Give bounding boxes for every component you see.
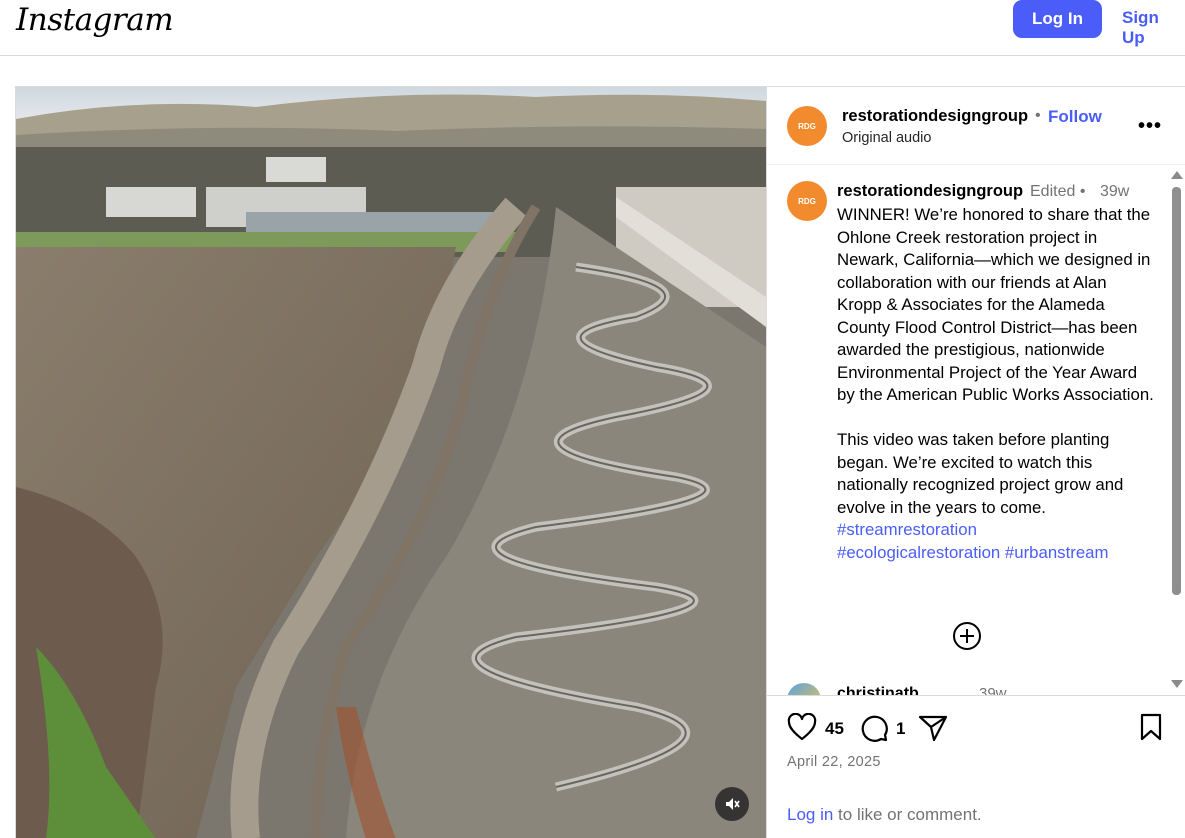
speaker-muted-icon bbox=[726, 798, 740, 810]
more-options-icon[interactable]: ••• bbox=[1137, 113, 1163, 139]
avatar[interactable]: RDG bbox=[787, 106, 827, 146]
caption-body: WINNER! We’re honored to share that the … bbox=[837, 205, 1154, 517]
caption-text: WINNER! We’re honored to share that the … bbox=[837, 204, 1155, 564]
mute-button[interactable] bbox=[715, 787, 749, 821]
post-actions: 45 1 April 22, 2025 Log in to like or co… bbox=[767, 695, 1185, 838]
edited-label: Edited • bbox=[1030, 183, 1086, 200]
caption-avatar[interactable]: RDG bbox=[787, 181, 827, 221]
comments-section: RDG restorationdesigngroup Edited • 39w … bbox=[767, 165, 1185, 695]
post-video[interactable] bbox=[16, 87, 766, 838]
like-count[interactable]: 45 bbox=[825, 719, 844, 739]
scroll-thumb[interactable] bbox=[1172, 187, 1181, 595]
comment-icon[interactable] bbox=[859, 713, 889, 743]
heart-icon[interactable] bbox=[787, 713, 817, 741]
login-prompt-text: to like or comment. bbox=[833, 805, 982, 824]
top-bar: Instagram Log In Sign Up bbox=[0, 0, 1185, 56]
post-card: RDG restorationdesigngroup • Follow Orig… bbox=[15, 86, 1185, 838]
comments-scrollbar[interactable] bbox=[1167, 165, 1185, 695]
comment-timestamp: 39w bbox=[979, 685, 1007, 695]
scroll-down-arrow-icon[interactable] bbox=[1171, 680, 1183, 688]
hashtag-link[interactable]: #streamrestoration bbox=[837, 520, 977, 539]
hashtag-link[interactable]: #ecologicalrestoration bbox=[837, 543, 1000, 562]
post-date[interactable]: April 22, 2025 bbox=[787, 754, 881, 770]
follow-button[interactable]: Follow bbox=[1048, 107, 1102, 127]
post-sidebar: RDG restorationdesigngroup • Follow Orig… bbox=[766, 87, 1185, 838]
caption-timestamp[interactable]: 39w bbox=[1100, 183, 1129, 201]
login-link[interactable]: Log in bbox=[787, 805, 833, 824]
scroll-up-arrow-icon[interactable] bbox=[1171, 171, 1183, 179]
author-username[interactable]: restorationdesigngroup bbox=[842, 107, 1028, 126]
bookmark-icon[interactable] bbox=[1138, 713, 1164, 741]
login-prompt: Log in to like or comment. bbox=[787, 805, 982, 825]
comment-count[interactable]: 1 bbox=[896, 719, 905, 739]
hashtag-link[interactable]: #urbanstream bbox=[1005, 543, 1109, 562]
share-icon[interactable] bbox=[917, 713, 949, 743]
post-header: RDG restorationdesigngroup • Follow Orig… bbox=[767, 87, 1185, 165]
signup-link[interactable]: Sign Up bbox=[1122, 8, 1185, 48]
load-more-comments-icon[interactable] bbox=[951, 620, 983, 652]
caption-username[interactable]: restorationdesigngroup bbox=[837, 182, 1023, 201]
separator-dot: • bbox=[1035, 107, 1041, 124]
commenter-username[interactable]: christinatb... bbox=[837, 685, 932, 695]
audio-label[interactable]: Original audio bbox=[842, 130, 931, 146]
commenter-avatar[interactable] bbox=[787, 683, 821, 695]
login-button[interactable]: Log In bbox=[1013, 0, 1102, 38]
instagram-logo[interactable]: Instagram bbox=[16, 2, 174, 38]
aerial-creek-image bbox=[16, 87, 766, 838]
